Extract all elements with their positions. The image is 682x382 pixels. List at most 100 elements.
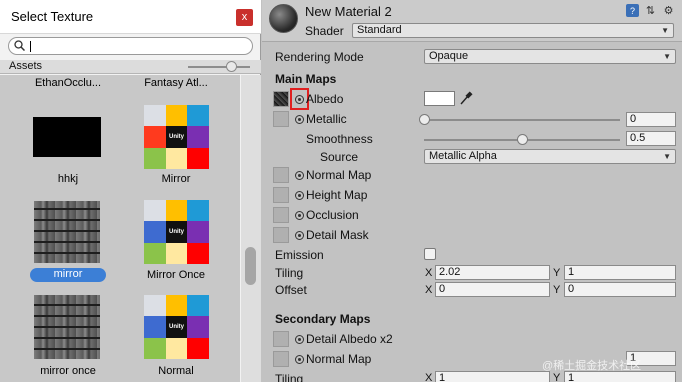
offset-y-field[interactable]: 0: [564, 282, 676, 297]
header-icons: ? ⇅ ⚙: [626, 4, 675, 18]
source-label: Source: [320, 150, 359, 164]
metallic-texture-slot[interactable]: [273, 111, 289, 127]
material-preview-icon: [269, 4, 298, 33]
rendering-mode-label: Rendering Mode: [275, 50, 364, 64]
asset-label[interactable]: hhkj: [30, 173, 106, 185]
search-icon: [14, 40, 25, 51]
source-value: Metallic Alpha: [429, 150, 497, 162]
normal-map-slot[interactable]: [273, 167, 289, 183]
asset-label-selected[interactable]: mirror: [30, 268, 106, 282]
tiling-x-axis: X: [425, 267, 433, 279]
preset-icon[interactable]: ⇅: [644, 4, 657, 17]
text-caret: [30, 41, 31, 52]
detail-mask-slot[interactable]: [273, 227, 289, 243]
albedo-color-swatch[interactable]: [424, 91, 455, 106]
occlusion-slot[interactable]: [273, 207, 289, 223]
metallic-label: Metallic: [306, 112, 347, 126]
secondary-maps-header: Secondary Maps: [275, 312, 371, 326]
asset-label[interactable]: Fantasy Atl...: [138, 77, 214, 89]
secondary-tiling-label: Tiling: [275, 372, 304, 382]
height-map-slot[interactable]: [273, 187, 289, 203]
asset-label[interactable]: EthanOcclu...: [30, 77, 106, 89]
smoothness-slider-thumb[interactable]: [517, 134, 528, 145]
secondary-normal-map-label: Normal Map: [306, 352, 372, 366]
normal-map-label: Normal Map: [306, 168, 372, 182]
emission-checkbox[interactable]: [424, 248, 436, 260]
detail-albedo-slot[interactable]: [273, 331, 289, 347]
shader-label: Shader: [305, 24, 344, 38]
normal-map-target-icon[interactable]: [295, 171, 304, 180]
albedo-texture-slot[interactable]: [273, 91, 289, 107]
albedo-label: Albedo: [306, 92, 344, 106]
asset-scrollbar[interactable]: [241, 75, 261, 382]
metallic-slider[interactable]: [424, 119, 620, 121]
shader-value: Standard: [357, 24, 402, 36]
metallic-slider-thumb[interactable]: [419, 114, 430, 125]
source-dropdown[interactable]: Metallic Alpha ▼: [424, 149, 676, 164]
shader-dropdown[interactable]: Standard ▼: [352, 23, 674, 38]
chevron-down-icon: ▼: [663, 52, 671, 61]
asset-grid: EthanOcclu... Fantasy Atl... hhkj Unity …: [0, 75, 240, 382]
emission-label: Emission: [275, 248, 324, 262]
smoothness-label: Smoothness: [306, 132, 373, 146]
chevron-down-icon: ▼: [663, 152, 671, 161]
offset-label: Offset: [275, 283, 307, 297]
metallic-value-field[interactable]: 0: [626, 112, 676, 127]
rendering-mode-dropdown[interactable]: Opaque ▼: [424, 49, 676, 64]
secondary-normal-map-slot[interactable]: [273, 351, 289, 367]
texture-thumbnail-mirror-stone[interactable]: [34, 201, 100, 263]
search-field[interactable]: [8, 37, 253, 55]
scrollbar-thumb[interactable]: [245, 247, 256, 285]
height-map-label: Height Map: [306, 188, 368, 202]
secondary-tiling-x-field[interactable]: 1: [435, 371, 550, 382]
asset-label[interactable]: Mirror: [138, 173, 214, 185]
tiling-x-field[interactable]: 2.02: [435, 265, 550, 280]
secondary-tiling-x-axis: X: [425, 372, 433, 382]
asset-label[interactable]: mirror once: [30, 365, 106, 377]
material-inspector: New Material 2 Shader Standard ▼ ? ⇅ ⚙ R…: [262, 0, 682, 382]
select-texture-titlebar: Select Texture x: [0, 0, 261, 34]
chevron-down-icon: ▼: [661, 26, 669, 35]
select-texture-window: Select Texture x Assets EthanOcclu... Fa…: [0, 0, 261, 382]
detail-albedo-label: Detail Albedo x2: [306, 332, 393, 346]
texture-thumbnail-mirror[interactable]: Unity: [144, 105, 209, 169]
main-maps-header: Main Maps: [275, 72, 337, 86]
detail-mask-target-icon[interactable]: [295, 231, 304, 240]
tab-assets[interactable]: Assets: [9, 60, 42, 72]
secondary-tiling-y-axis: Y: [553, 372, 561, 382]
offset-x-field[interactable]: 0: [435, 282, 550, 297]
detail-mask-label: Detail Mask: [306, 228, 369, 242]
thumbnail-size-slider[interactable]: [188, 66, 250, 68]
rendering-mode-value: Opaque: [429, 50, 469, 62]
tiling-y-field[interactable]: 1: [564, 265, 676, 280]
asset-label[interactable]: Normal: [138, 365, 214, 377]
tiling-y-axis: Y: [553, 267, 561, 279]
unity-logo-text: Unity: [168, 133, 184, 140]
texture-thumbnail-mirror-once-stone[interactable]: [34, 295, 100, 359]
offset-x-axis: X: [425, 284, 433, 296]
watermark: @稀土掘金技术社区: [542, 360, 642, 372]
smoothness-value-field[interactable]: 0.5: [626, 131, 676, 146]
texture-thumbnail-mirror-once[interactable]: Unity: [144, 200, 209, 264]
close-button[interactable]: x: [236, 9, 253, 26]
texture-thumbnail-normal[interactable]: Unity: [144, 295, 209, 359]
texture-thumbnail-hhkj[interactable]: [33, 117, 101, 157]
material-name: New Material 2: [305, 4, 392, 19]
tiling-label: Tiling: [275, 266, 304, 280]
asset-tabbar: Assets: [0, 60, 261, 74]
height-map-target-icon[interactable]: [295, 191, 304, 200]
unity-logo-text: Unity: [168, 323, 184, 330]
eyedropper-icon[interactable]: [459, 91, 473, 106]
metallic-target-icon[interactable]: [295, 115, 304, 124]
inspector-header: New Material 2 Shader Standard ▼ ? ⇅ ⚙: [262, 0, 682, 42]
offset-y-axis: Y: [553, 284, 561, 296]
help-book-icon[interactable]: ?: [626, 4, 639, 17]
asset-label[interactable]: Mirror Once: [138, 269, 214, 281]
thumbnail-size-slider-thumb[interactable]: [226, 61, 237, 72]
occlusion-label: Occlusion: [306, 208, 359, 222]
detail-albedo-target-icon[interactable]: [295, 335, 304, 344]
gear-icon[interactable]: ⚙: [662, 4, 675, 17]
occlusion-target-icon[interactable]: [295, 211, 304, 220]
secondary-normal-target-icon[interactable]: [295, 355, 304, 364]
window-title: Select Texture: [11, 9, 94, 24]
